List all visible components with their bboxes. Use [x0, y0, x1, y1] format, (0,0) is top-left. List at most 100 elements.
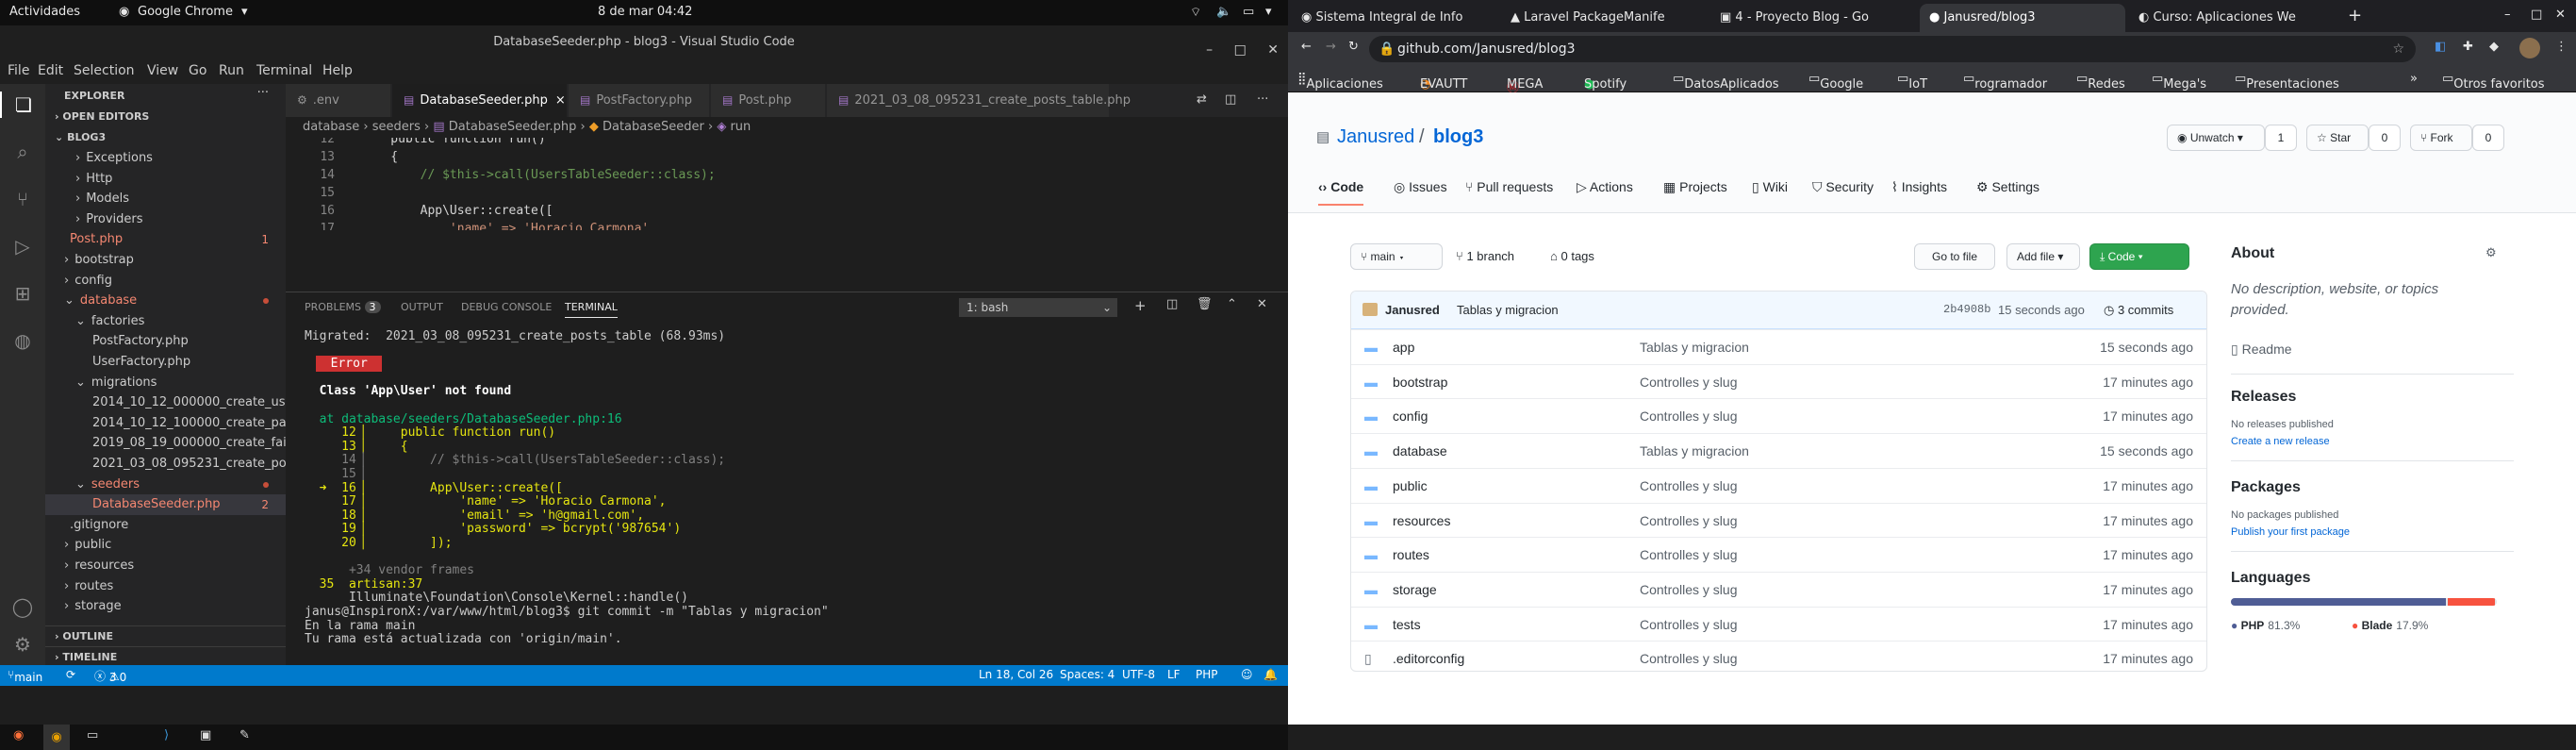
open-editors-section[interactable]: › OPEN EDITORS	[45, 107, 286, 127]
maximize-icon[interactable]: □	[2531, 8, 2542, 22]
tree-item[interactable]: 2019_08_19_000000_create_fail...	[45, 433, 286, 454]
cursor-position[interactable]: Ln 18, Col 26	[979, 668, 1053, 681]
commit-message-link[interactable]: Controlles y slug	[1640, 513, 1738, 528]
file-row[interactable]: ▬ config Controlles y slug 17 minutes ago	[1351, 398, 2206, 433]
bookmark-folder[interactable]: ▭ DatosAplicados	[1673, 72, 1779, 92]
breadcrumb-item[interactable]: run	[730, 120, 751, 134]
tree-item[interactable]: DatabaseSeeder.php 2	[45, 494, 286, 516]
bookmark-folder[interactable]: ▭ IoT	[1897, 72, 1927, 92]
close-tab-icon[interactable]: ×	[555, 93, 566, 108]
nav-code[interactable]: ‹› Code	[1318, 179, 1364, 206]
commit-message-link[interactable]: Controlles y slug	[1640, 582, 1738, 597]
bookmark-folder[interactable]: ▭ Mega's	[2152, 72, 2206, 92]
nav-projects[interactable]: ▦ Projects	[1663, 179, 1727, 195]
extensions-icon[interactable]: ⊞	[9, 280, 36, 307]
menu-view[interactable]: View	[147, 63, 178, 78]
fork-button[interactable]: ⑂ Fork	[2410, 125, 2472, 151]
tree-item[interactable]: ⌄ database	[45, 291, 286, 311]
tree-item[interactable]: › storage	[45, 596, 286, 617]
avatar[interactable]	[2519, 38, 2540, 58]
maximize-panel-icon[interactable]: ⌃	[1227, 297, 1237, 311]
commit-message-link[interactable]: Tablas y migracion	[1640, 443, 1749, 458]
file-name-link[interactable]: .editorconfig	[1393, 651, 1464, 666]
browser-tab[interactable]: ◉ Sistema Integral de Info	[1292, 4, 1497, 32]
commit-author[interactable]: Janusred	[1385, 303, 1440, 317]
commit-message-link[interactable]: Controlles y slug	[1640, 478, 1738, 493]
system-menu-caret-icon[interactable]: ▾	[1265, 5, 1272, 19]
outline-section[interactable]: › OUTLINE	[45, 625, 286, 646]
browser-tab[interactable]: ▲ Laravel PackageManife	[1501, 4, 1707, 32]
tree-item[interactable]: PostFactory.php	[45, 331, 286, 352]
chrome-menu-icon[interactable]: ⋮	[2555, 40, 2568, 54]
reload-icon[interactable]: ↻	[1348, 40, 1359, 54]
wifi-icon[interactable]: ⌔	[1190, 5, 1201, 20]
tree-item[interactable]: 2014_10_12_100000_create_pas...	[45, 413, 286, 434]
close-icon[interactable]: ✕	[2555, 8, 2566, 22]
tree-item[interactable]: 2021_03_08_095231_create_po...	[45, 454, 286, 475]
file-name-link[interactable]: bootstrap	[1393, 375, 1447, 390]
file-name-link[interactable]: app	[1393, 340, 1414, 355]
indentation[interactable]: Spaces: 4	[1060, 668, 1115, 681]
nav-insights[interactable]: ⌇ Insights	[1891, 179, 1947, 195]
notifications-icon[interactable]: 🔔	[1263, 668, 1278, 681]
menu-run[interactable]: Run	[219, 63, 244, 78]
url-field[interactable]: 🔒 github.com/Janusred/blog3 ☆	[1369, 36, 2416, 62]
nav-wiki[interactable]: ▯ Wiki	[1752, 179, 1788, 195]
commit-message-link[interactable]: Controlles y slug	[1640, 617, 1738, 632]
repo-name-link[interactable]: blog3	[1433, 126, 1483, 148]
tree-item[interactable]: › resources	[45, 556, 286, 576]
eol[interactable]: LF	[1167, 668, 1181, 681]
commits-link[interactable]: ◷ 3 commits	[2104, 303, 2173, 318]
file-name-link[interactable]: database	[1393, 443, 1447, 458]
bookmark-apps[interactable]: ⣿ Aplicaciones	[1297, 72, 1383, 92]
bookmark-folder[interactable]: ▭ Otros favoritos	[2442, 72, 2545, 92]
tree-item[interactable]: › public	[45, 535, 286, 556]
menu-selection[interactable]: Selection	[74, 63, 135, 78]
tags-link[interactable]: ⌂ 0 tags	[1550, 249, 1594, 263]
unwatch-button[interactable]: ◉ Unwatch ▾	[2167, 125, 2265, 151]
branch-indicator[interactable]: ⑂ main	[8, 668, 42, 684]
commit-sha[interactable]: 2b4908b	[1943, 303, 1990, 316]
extension-icon[interactable]: ◆	[2489, 40, 2499, 54]
add-file-button[interactable]: Add file ▾	[2006, 243, 2080, 270]
file-row[interactable]: ▯ .editorconfig Controlles y slug 17 minute…	[1351, 641, 2206, 671]
terminal-output[interactable]: Migrated: 2021_03_08_095231_create_posts…	[305, 328, 1276, 658]
file-row[interactable]: ▬ app Tablas y migracion 15 seconds ago	[1351, 329, 2206, 364]
minimize-icon[interactable]: –	[1206, 42, 1213, 58]
language-mode[interactable]: PHP	[1196, 668, 1218, 681]
file-row[interactable]: ▬ database Tablas y migracion 15 seconds ag…	[1351, 433, 2206, 468]
encoding[interactable]: UTF-8	[1122, 668, 1155, 681]
tree-item[interactable]: .gitignore	[45, 515, 286, 536]
tree-item[interactable]: › Exceptions	[45, 148, 286, 169]
repo-owner-link[interactable]: Janusred	[1337, 126, 1414, 148]
close-icon[interactable]: ✕	[1267, 42, 1279, 58]
menu-terminal[interactable]: Terminal	[256, 63, 312, 78]
more-actions-icon[interactable]: ···	[257, 86, 269, 100]
browser-tab[interactable]: ◐ Curso: Aplicaciones We	[2129, 4, 2335, 32]
tree-item[interactable]: Post.php 1	[45, 229, 286, 250]
bookmark-folder[interactable]: ▭ rogramador	[1963, 72, 2047, 92]
tree-item[interactable]: › routes	[45, 576, 286, 597]
editor-taskbar-icon[interactable]: ✎	[239, 728, 250, 742]
bookmark-folder[interactable]: ▭ Redes	[2076, 72, 2125, 92]
firefox-icon[interactable]: ◉	[13, 728, 24, 742]
battery-icon[interactable]: ▭	[1243, 5, 1254, 19]
more-actions-icon[interactable]: ···	[1257, 92, 1268, 107]
tab-debug-console[interactable]: DEBUG CONSOLE	[461, 301, 552, 313]
app-menu[interactable]: Google Chrome	[138, 5, 233, 19]
volume-icon[interactable]: 🔈	[1216, 5, 1231, 19]
tree-item[interactable]: › Http	[45, 169, 286, 190]
branches-link[interactable]: ⑂ 1 branch	[1456, 249, 1514, 263]
commit-message[interactable]: Tablas y migracion	[1457, 303, 1559, 317]
tab-post[interactable]: ▤ Post.php	[711, 84, 826, 117]
browser-tab-active[interactable]: ● Janusred/blog3	[1920, 4, 2125, 32]
code-button[interactable]: ⤓ Code ▾	[2089, 243, 2189, 270]
publish-package-link[interactable]: Publish your first package	[2231, 526, 2350, 538]
terminal-select[interactable]: 1: bash ⌄	[959, 298, 1117, 317]
nav-settings[interactable]: ⚙ Settings	[1976, 179, 2039, 195]
tree-item[interactable]: › Providers	[45, 209, 286, 230]
code-editor[interactable]: 12 public function run() 13 {14 // $this-…	[286, 138, 1288, 230]
split-editor-icon[interactable]: ◫	[1225, 92, 1236, 107]
file-name-link[interactable]: config	[1393, 408, 1428, 424]
manage-gear-icon[interactable]: ⚙	[9, 631, 36, 658]
